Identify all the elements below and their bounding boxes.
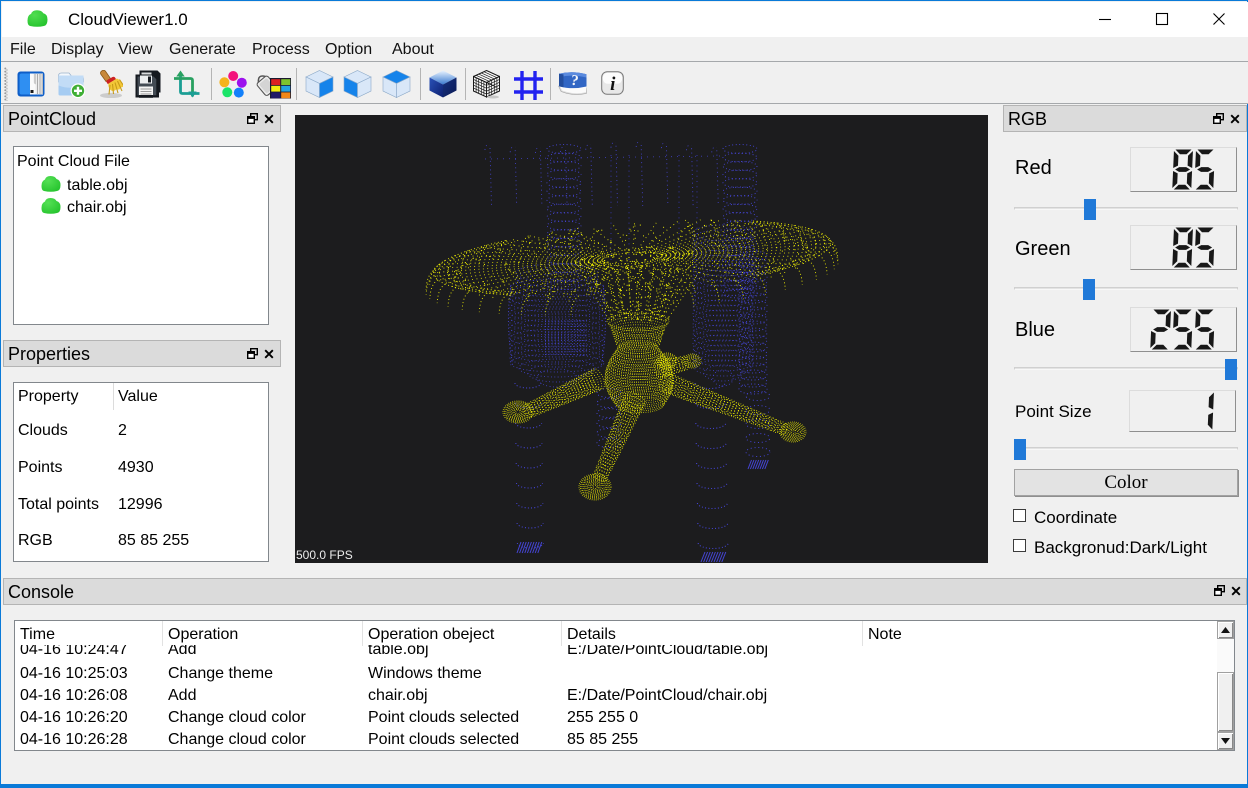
svg-text:i: i [610,74,616,95]
